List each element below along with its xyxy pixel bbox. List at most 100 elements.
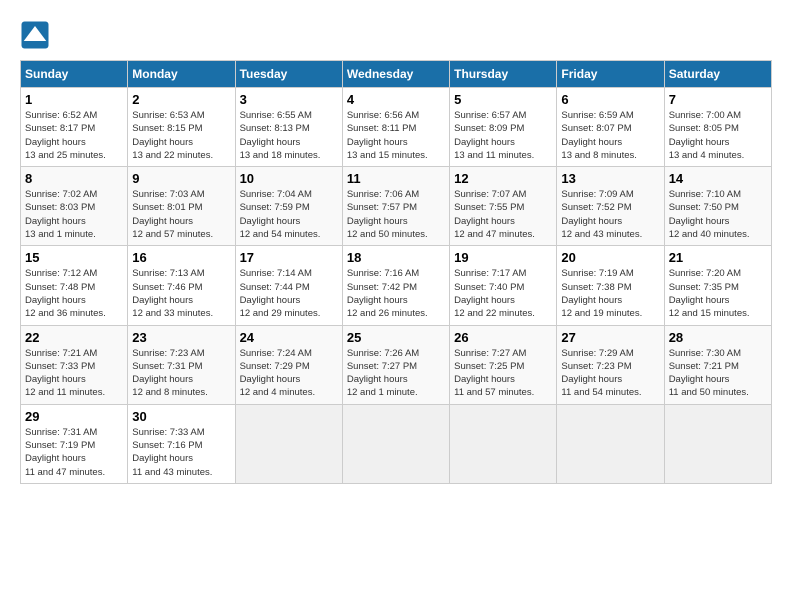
day-number: 4 xyxy=(347,92,445,107)
day-number: 20 xyxy=(561,250,659,265)
calendar-cell: 5 Sunrise: 6:57 AM Sunset: 8:09 PM Dayli… xyxy=(450,88,557,167)
weekday-header-tuesday: Tuesday xyxy=(235,61,342,88)
weekday-header-thursday: Thursday xyxy=(450,61,557,88)
calendar-cell: 19 Sunrise: 7:17 AM Sunset: 7:40 PM Dayl… xyxy=(450,246,557,325)
calendar-cell: 27 Sunrise: 7:29 AM Sunset: 7:23 PM Dayl… xyxy=(557,325,664,404)
day-number: 23 xyxy=(132,330,230,345)
calendar-cell: 23 Sunrise: 7:23 AM Sunset: 7:31 PM Dayl… xyxy=(128,325,235,404)
day-info: Sunrise: 7:13 AM Sunset: 7:46 PM Dayligh… xyxy=(132,267,230,320)
calendar-cell: 28 Sunrise: 7:30 AM Sunset: 7:21 PM Dayl… xyxy=(664,325,771,404)
day-info: Sunrise: 7:10 AM Sunset: 7:50 PM Dayligh… xyxy=(669,188,767,241)
weekday-header-monday: Monday xyxy=(128,61,235,88)
day-number: 30 xyxy=(132,409,230,424)
calendar-cell: 8 Sunrise: 7:02 AM Sunset: 8:03 PM Dayli… xyxy=(21,167,128,246)
calendar-cell: 16 Sunrise: 7:13 AM Sunset: 7:46 PM Dayl… xyxy=(128,246,235,325)
logo-icon xyxy=(20,20,50,50)
day-number: 3 xyxy=(240,92,338,107)
calendar-cell: 6 Sunrise: 6:59 AM Sunset: 8:07 PM Dayli… xyxy=(557,88,664,167)
day-info: Sunrise: 7:20 AM Sunset: 7:35 PM Dayligh… xyxy=(669,267,767,320)
page-header xyxy=(20,20,772,50)
day-number: 16 xyxy=(132,250,230,265)
day-info: Sunrise: 7:07 AM Sunset: 7:55 PM Dayligh… xyxy=(454,188,552,241)
calendar-cell: 29 Sunrise: 7:31 AM Sunset: 7:19 PM Dayl… xyxy=(21,404,128,483)
calendar-cell: 15 Sunrise: 7:12 AM Sunset: 7:48 PM Dayl… xyxy=(21,246,128,325)
calendar-cell: 17 Sunrise: 7:14 AM Sunset: 7:44 PM Dayl… xyxy=(235,246,342,325)
day-info: Sunrise: 7:16 AM Sunset: 7:42 PM Dayligh… xyxy=(347,267,445,320)
calendar-cell: 12 Sunrise: 7:07 AM Sunset: 7:55 PM Dayl… xyxy=(450,167,557,246)
calendar-cell: 4 Sunrise: 6:56 AM Sunset: 8:11 PM Dayli… xyxy=(342,88,449,167)
day-number: 24 xyxy=(240,330,338,345)
calendar-cell: 14 Sunrise: 7:10 AM Sunset: 7:50 PM Dayl… xyxy=(664,167,771,246)
day-number: 13 xyxy=(561,171,659,186)
calendar-cell: 26 Sunrise: 7:27 AM Sunset: 7:25 PM Dayl… xyxy=(450,325,557,404)
day-number: 8 xyxy=(25,171,123,186)
calendar-cell: 20 Sunrise: 7:19 AM Sunset: 7:38 PM Dayl… xyxy=(557,246,664,325)
day-number: 2 xyxy=(132,92,230,107)
calendar-cell xyxy=(235,404,342,483)
calendar-cell: 3 Sunrise: 6:55 AM Sunset: 8:13 PM Dayli… xyxy=(235,88,342,167)
day-info: Sunrise: 7:12 AM Sunset: 7:48 PM Dayligh… xyxy=(25,267,123,320)
calendar-cell: 24 Sunrise: 7:24 AM Sunset: 7:29 PM Dayl… xyxy=(235,325,342,404)
calendar-cell: 18 Sunrise: 7:16 AM Sunset: 7:42 PM Dayl… xyxy=(342,246,449,325)
day-number: 7 xyxy=(669,92,767,107)
calendar-cell: 21 Sunrise: 7:20 AM Sunset: 7:35 PM Dayl… xyxy=(664,246,771,325)
calendar-week-5: 29 Sunrise: 7:31 AM Sunset: 7:19 PM Dayl… xyxy=(21,404,772,483)
day-info: Sunrise: 7:09 AM Sunset: 7:52 PM Dayligh… xyxy=(561,188,659,241)
day-info: Sunrise: 7:30 AM Sunset: 7:21 PM Dayligh… xyxy=(669,347,767,400)
day-number: 9 xyxy=(132,171,230,186)
day-number: 21 xyxy=(669,250,767,265)
calendar-week-1: 1 Sunrise: 6:52 AM Sunset: 8:17 PM Dayli… xyxy=(21,88,772,167)
day-number: 28 xyxy=(669,330,767,345)
day-info: Sunrise: 7:06 AM Sunset: 7:57 PM Dayligh… xyxy=(347,188,445,241)
calendar-cell: 25 Sunrise: 7:26 AM Sunset: 7:27 PM Dayl… xyxy=(342,325,449,404)
day-number: 26 xyxy=(454,330,552,345)
calendar-cell: 9 Sunrise: 7:03 AM Sunset: 8:01 PM Dayli… xyxy=(128,167,235,246)
day-info: Sunrise: 6:55 AM Sunset: 8:13 PM Dayligh… xyxy=(240,109,338,162)
day-info: Sunrise: 6:57 AM Sunset: 8:09 PM Dayligh… xyxy=(454,109,552,162)
day-number: 10 xyxy=(240,171,338,186)
day-info: Sunrise: 7:19 AM Sunset: 7:38 PM Dayligh… xyxy=(561,267,659,320)
day-info: Sunrise: 7:17 AM Sunset: 7:40 PM Dayligh… xyxy=(454,267,552,320)
day-info: Sunrise: 7:31 AM Sunset: 7:19 PM Dayligh… xyxy=(25,426,123,479)
day-number: 29 xyxy=(25,409,123,424)
day-number: 11 xyxy=(347,171,445,186)
day-number: 19 xyxy=(454,250,552,265)
day-info: Sunrise: 7:29 AM Sunset: 7:23 PM Dayligh… xyxy=(561,347,659,400)
day-number: 15 xyxy=(25,250,123,265)
day-info: Sunrise: 7:26 AM Sunset: 7:27 PM Dayligh… xyxy=(347,347,445,400)
day-number: 18 xyxy=(347,250,445,265)
calendar-cell: 1 Sunrise: 6:52 AM Sunset: 8:17 PM Dayli… xyxy=(21,88,128,167)
weekday-header-sunday: Sunday xyxy=(21,61,128,88)
day-number: 5 xyxy=(454,92,552,107)
calendar-cell: 10 Sunrise: 7:04 AM Sunset: 7:59 PM Dayl… xyxy=(235,167,342,246)
day-info: Sunrise: 7:23 AM Sunset: 7:31 PM Dayligh… xyxy=(132,347,230,400)
calendar-cell: 2 Sunrise: 6:53 AM Sunset: 8:15 PM Dayli… xyxy=(128,88,235,167)
day-info: Sunrise: 7:14 AM Sunset: 7:44 PM Dayligh… xyxy=(240,267,338,320)
day-number: 1 xyxy=(25,92,123,107)
day-number: 27 xyxy=(561,330,659,345)
day-number: 12 xyxy=(454,171,552,186)
day-info: Sunrise: 7:33 AM Sunset: 7:16 PM Dayligh… xyxy=(132,426,230,479)
day-number: 25 xyxy=(347,330,445,345)
day-info: Sunrise: 7:00 AM Sunset: 8:05 PM Dayligh… xyxy=(669,109,767,162)
calendar-cell: 30 Sunrise: 7:33 AM Sunset: 7:16 PM Dayl… xyxy=(128,404,235,483)
calendar-cell: 7 Sunrise: 7:00 AM Sunset: 8:05 PM Dayli… xyxy=(664,88,771,167)
day-info: Sunrise: 7:03 AM Sunset: 8:01 PM Dayligh… xyxy=(132,188,230,241)
calendar-cell xyxy=(557,404,664,483)
calendar-cell: 13 Sunrise: 7:09 AM Sunset: 7:52 PM Dayl… xyxy=(557,167,664,246)
weekday-header-row: SundayMondayTuesdayWednesdayThursdayFrid… xyxy=(21,61,772,88)
day-info: Sunrise: 6:56 AM Sunset: 8:11 PM Dayligh… xyxy=(347,109,445,162)
day-info: Sunrise: 7:21 AM Sunset: 7:33 PM Dayligh… xyxy=(25,347,123,400)
calendar-cell: 11 Sunrise: 7:06 AM Sunset: 7:57 PM Dayl… xyxy=(342,167,449,246)
day-info: Sunrise: 7:24 AM Sunset: 7:29 PM Dayligh… xyxy=(240,347,338,400)
calendar-week-4: 22 Sunrise: 7:21 AM Sunset: 7:33 PM Dayl… xyxy=(21,325,772,404)
calendar-week-2: 8 Sunrise: 7:02 AM Sunset: 8:03 PM Dayli… xyxy=(21,167,772,246)
calendar-cell xyxy=(664,404,771,483)
day-info: Sunrise: 7:27 AM Sunset: 7:25 PM Dayligh… xyxy=(454,347,552,400)
weekday-header-wednesday: Wednesday xyxy=(342,61,449,88)
day-number: 17 xyxy=(240,250,338,265)
day-number: 14 xyxy=(669,171,767,186)
calendar-week-3: 15 Sunrise: 7:12 AM Sunset: 7:48 PM Dayl… xyxy=(21,246,772,325)
weekday-header-friday: Friday xyxy=(557,61,664,88)
day-info: Sunrise: 7:02 AM Sunset: 8:03 PM Dayligh… xyxy=(25,188,123,241)
